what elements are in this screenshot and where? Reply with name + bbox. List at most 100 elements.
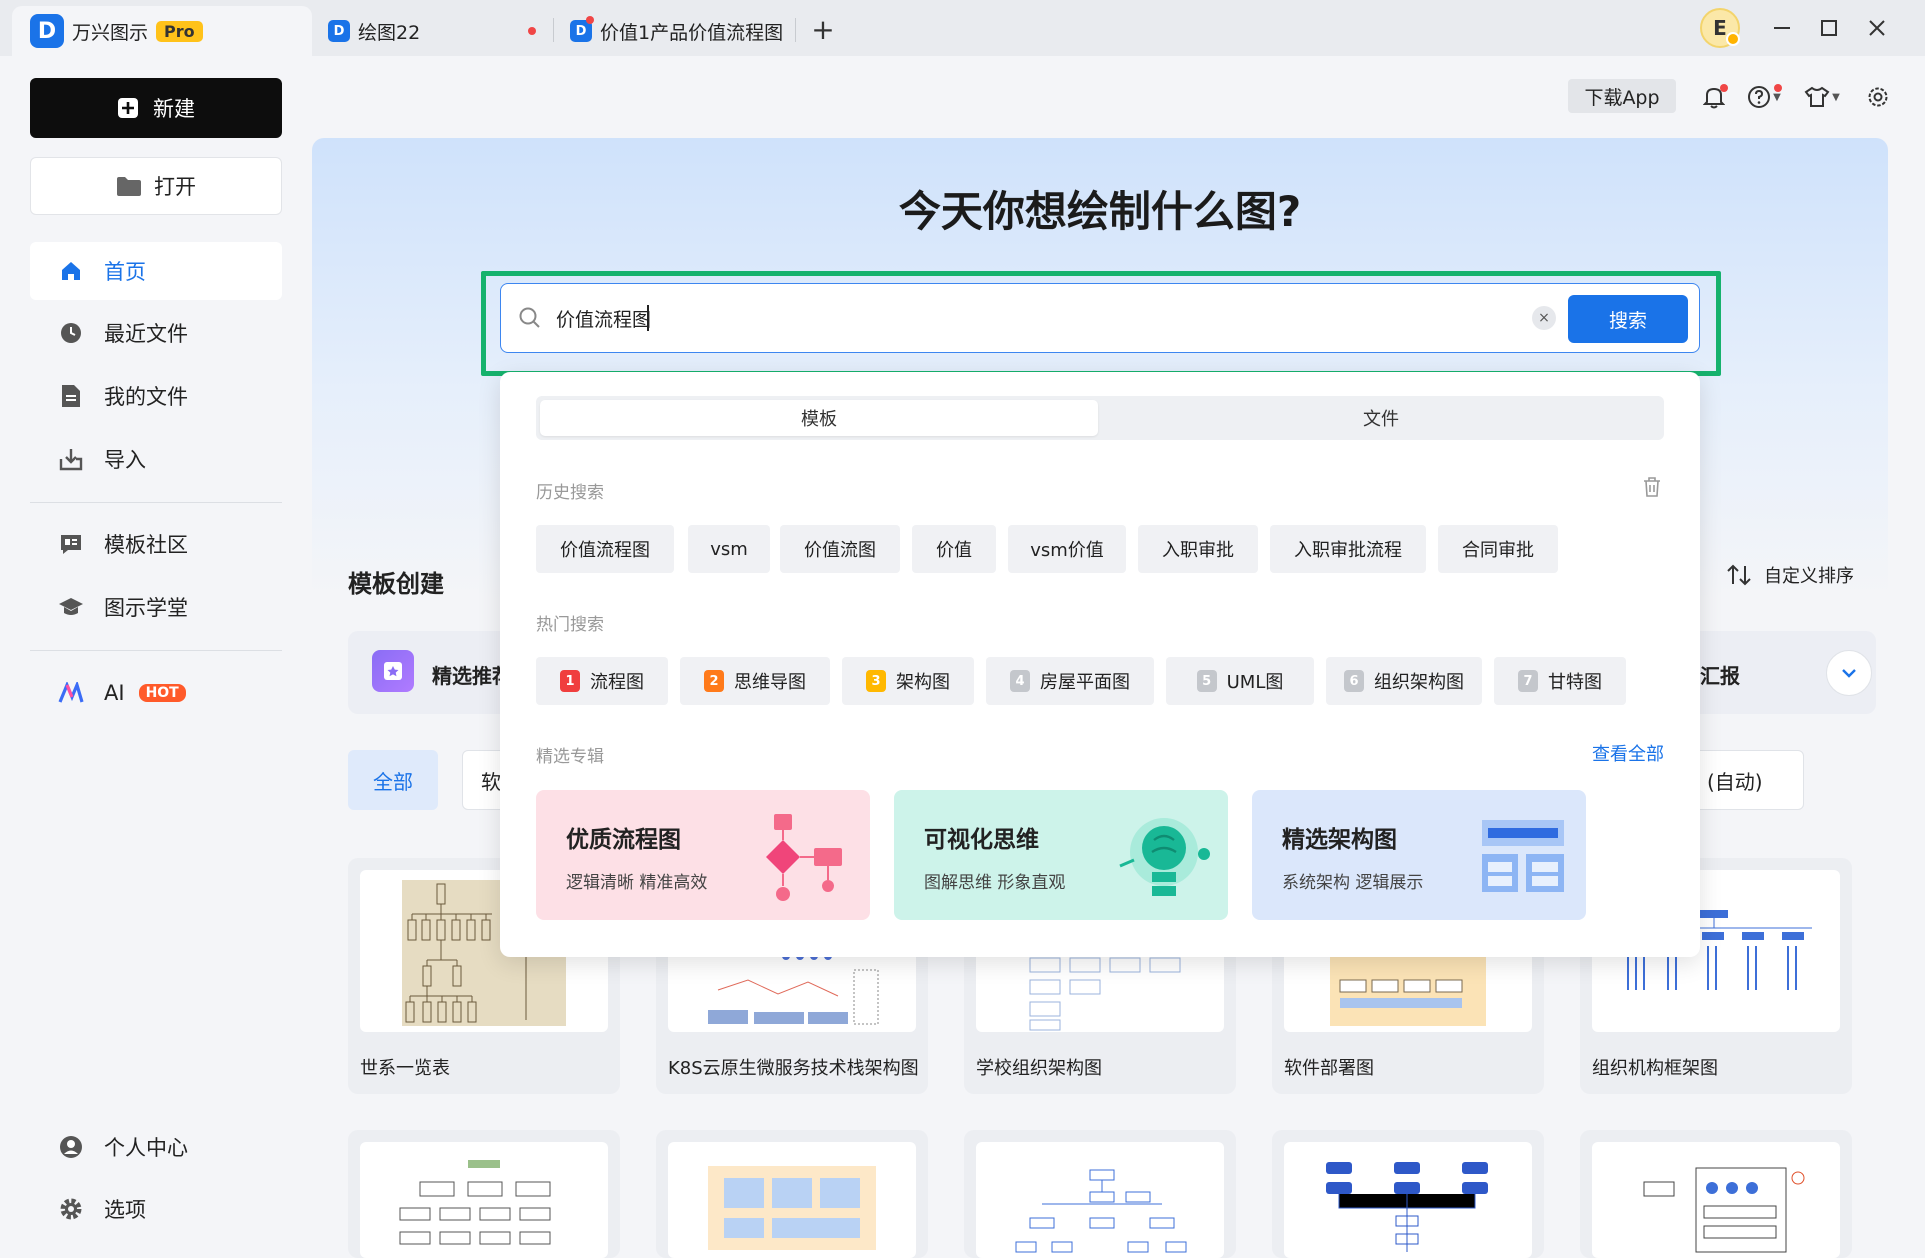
- rank-badge: 2: [704, 670, 724, 692]
- section-title: 模板创建: [348, 570, 444, 598]
- search-input[interactable]: [556, 300, 1256, 336]
- sort-label: 自定义排序: [1764, 566, 1854, 587]
- template-card-label: 组织机构框架图: [1592, 1058, 1718, 1079]
- sidebar-item-ai[interactable]: AI HOT: [30, 664, 282, 722]
- sidebar-item-options[interactable]: 选项: [30, 1180, 282, 1238]
- unsaved-dot-icon: [528, 27, 536, 35]
- download-app-button[interactable]: 下载App: [1568, 79, 1676, 113]
- ai-logo-icon: [58, 682, 84, 703]
- settings-button[interactable]: [1858, 80, 1898, 114]
- category-report[interactable]: 汇报: [1700, 660, 1740, 689]
- sidebar-item-myfiles[interactable]: 我的文件: [30, 367, 282, 425]
- expand-categories-button[interactable]: [1826, 650, 1872, 696]
- graduation-cap-icon: [59, 598, 83, 615]
- filter-all[interactable]: 全部: [348, 750, 438, 810]
- history-chip[interactable]: vsm: [688, 525, 770, 573]
- template-card-label: K8S云原生微服务技术栈架构图: [668, 1058, 919, 1079]
- history-chip[interactable]: 入职审批流程: [1270, 525, 1426, 573]
- brain-lightbulb-icon: [1119, 818, 1210, 896]
- app-logo-icon: D: [30, 14, 64, 48]
- minimize-button[interactable]: [1762, 10, 1802, 46]
- sidebar-item-import[interactable]: 导入: [30, 430, 282, 488]
- close-window-button[interactable]: [1857, 10, 1897, 46]
- hot-search-chip[interactable]: 3 架构图: [842, 657, 974, 705]
- hot-search-chip[interactable]: 7 甘特图: [1494, 657, 1626, 705]
- help-dot: [1774, 84, 1782, 92]
- trash-icon: [1644, 477, 1660, 497]
- tab-files[interactable]: 文件: [1102, 400, 1660, 436]
- history-chip[interactable]: 价值: [912, 525, 996, 573]
- history-chip[interactable]: 价值流图: [780, 525, 900, 573]
- hot-search-label-text: 思维导图: [734, 672, 806, 693]
- hot-search-chip[interactable]: 5 UML图: [1166, 657, 1314, 705]
- history-chip[interactable]: 价值流程图: [536, 525, 674, 573]
- layout-auto-select[interactable]: (自动): [1690, 750, 1804, 810]
- plus-square-icon: [118, 98, 138, 118]
- open-button[interactable]: 打开: [30, 157, 282, 215]
- maximize-button[interactable]: [1809, 10, 1849, 46]
- open-label: 打开: [154, 175, 196, 199]
- new-tab-button[interactable]: +: [808, 12, 838, 46]
- template-thumbnail: [668, 1142, 916, 1258]
- featured-card-mindmap[interactable]: 可视化思维 图解思维 形象直观: [894, 790, 1228, 920]
- hot-search-label-text: 甘特图: [1548, 672, 1602, 693]
- featured-subtitle: 逻辑清晰 精准高效: [566, 873, 708, 893]
- new-label: 新建: [153, 97, 195, 121]
- sidebar-item-home[interactable]: 首页: [30, 242, 282, 300]
- tab-home[interactable]: D 万兴图示 Pro: [12, 6, 312, 56]
- tab-divider: [553, 18, 554, 42]
- sidebar-item-recent[interactable]: 最近文件: [30, 304, 282, 362]
- skin-button[interactable]: ▼: [1800, 80, 1844, 114]
- sidebar-item-label: 个人中心: [104, 1136, 188, 1160]
- sidebar-item-academy[interactable]: 图示学堂: [30, 578, 282, 636]
- featured-card-architecture[interactable]: 精选架构图 系统架构 逻辑展示: [1252, 790, 1586, 920]
- sidebar-item-label: 模板社区: [104, 533, 188, 557]
- file-icon: [62, 385, 80, 407]
- search-button[interactable]: 搜索: [1568, 295, 1688, 343]
- notification-button[interactable]: [1694, 80, 1734, 114]
- hot-search-label-text: 流程图: [590, 672, 644, 693]
- history-chip[interactable]: 合同审批: [1438, 525, 1558, 573]
- help-button[interactable]: ▼: [1742, 80, 1786, 114]
- sidebar-item-community[interactable]: 模板社区: [30, 515, 282, 573]
- view-all-link[interactable]: 查看全部: [1592, 740, 1664, 766]
- history-chip[interactable]: vsm价值: [1008, 525, 1126, 573]
- sidebar-divider: [30, 502, 282, 503]
- help-icon: [1748, 86, 1771, 108]
- new-button[interactable]: 新建: [30, 78, 282, 138]
- template-thumbnail: [1592, 1142, 1840, 1258]
- app-name: 万兴图示: [72, 21, 149, 44]
- hot-search-chip[interactable]: 6 组织架构图: [1326, 657, 1482, 705]
- sidebar-item-label: 最近文件: [104, 322, 188, 346]
- hot-search-label-text: 组织架构图: [1374, 672, 1464, 693]
- sidebar-item-label: 选项: [104, 1198, 146, 1222]
- folder-icon: [117, 177, 141, 196]
- clear-history-button[interactable]: [1642, 476, 1662, 503]
- sidebar-item-profile[interactable]: 个人中心: [30, 1118, 282, 1176]
- shirt-icon: [1804, 86, 1830, 107]
- template-card-label: 学校组织架构图: [976, 1058, 1102, 1079]
- hot-search-chip[interactable]: 4 房屋平面图: [986, 657, 1154, 705]
- hot-search-chip[interactable]: 2 思维导图: [680, 657, 830, 705]
- architecture-illustration-icon: [1482, 820, 1564, 892]
- history-chip[interactable]: 入职审批: [1138, 525, 1258, 573]
- tab-drawing22[interactable]: D 绘图22: [328, 6, 548, 56]
- sidebar-divider: [30, 650, 282, 651]
- hot-search-label: 热门搜索: [536, 615, 604, 635]
- clock-icon: [61, 323, 81, 343]
- featured-card-flowchart[interactable]: 优质流程图 逻辑清晰 精准高效: [536, 790, 870, 920]
- template-community-icon: [61, 535, 81, 554]
- template-thumbnail: [976, 1142, 1224, 1258]
- featured-title: 精选架构图: [1282, 827, 1397, 853]
- sidebar: [0, 56, 312, 1258]
- rank-badge: 1: [560, 670, 580, 692]
- featured-label: 精选专辑: [536, 747, 604, 767]
- tab-value-flow[interactable]: D 价值1产品价值流程图: [570, 6, 800, 56]
- hot-badge: HOT: [138, 684, 186, 702]
- hot-search-chip[interactable]: 1 流程图: [536, 657, 668, 705]
- sort-icon: [1727, 564, 1751, 586]
- tab-label: 绘图22: [358, 21, 421, 44]
- tab-templates[interactable]: 模板: [540, 400, 1098, 436]
- clear-search-button[interactable]: ×: [1532, 306, 1556, 330]
- sort-button[interactable]: 自定义排序: [1726, 562, 1854, 588]
